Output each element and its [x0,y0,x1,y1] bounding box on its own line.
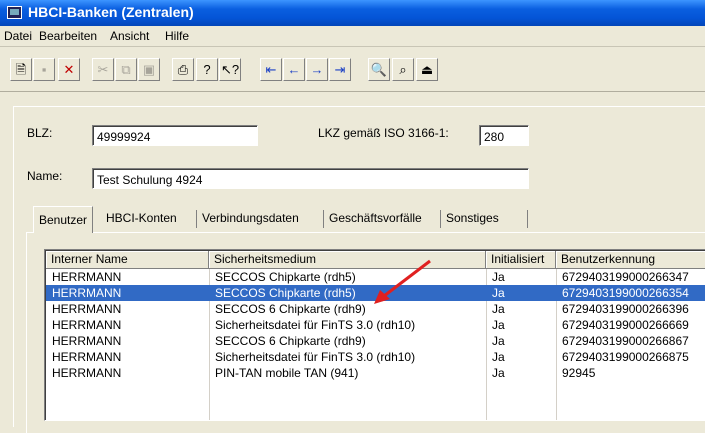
menu-bar: Datei Bearbeiten Ansicht Hilfe [0,26,705,47]
cell-initialisiert: Ja [492,270,505,284]
tab-verbindungsdaten[interactable]: Verbindungsdaten [199,208,302,230]
toolbar: 🗎 ▪ ✕ ✂ ⧉ ▣ ⎙? ↖? ⇤ ← → ⇥ 🔍 ⌕ ⏏ [0,47,705,92]
cell-benutzerkennung: 92945 [562,366,596,380]
cell-sicherheitsmedium: Sicherheitsdatei für FinTS 3.0 (rdh10) [215,350,416,364]
column-header-benutzerkennung[interactable]: Benutzerkennung [556,251,705,269]
paste-icon: ▣ [142,62,156,77]
cell-interner-name: HERRMANN [52,318,122,332]
find-next-button[interactable]: ⌕ [392,58,414,81]
cell-initialisiert: Ja [492,350,505,364]
lkz-field[interactable]: 280 [479,125,529,146]
column-header-sicherheitsmedium[interactable]: Sicherheitsmedium [209,251,486,269]
find-icon: 🔍 [370,62,388,77]
new-document-button[interactable]: 🗎 [10,58,32,81]
context-help-icon: ↖? [220,62,240,77]
cut-button[interactable]: ✂ [92,58,114,81]
cell-interner-name: HERRMANN [52,270,122,284]
last-record-icon: ⇥ [334,62,346,77]
copy-icon: ⧉ [121,62,131,77]
cell-interner-name: HERRMANN [52,366,122,380]
table-row[interactable]: HERRMANN PIN-TAN mobile TAN (941) Ja 92945 [46,365,705,381]
cell-sicherheitsmedium: PIN-TAN mobile TAN (941) [215,366,359,380]
paste-button[interactable]: ▣ [138,58,160,81]
find-next-icon: ⌕ [399,62,407,77]
cell-interner-name: HERRMANN [52,334,122,348]
column-header-interner-name[interactable]: Interner Name [46,251,209,269]
copy-button[interactable]: ⧉ [115,58,137,81]
previous-record-button[interactable]: ← [283,58,305,81]
delete-button[interactable]: ✕ [58,58,80,81]
column-header-initialisiert[interactable]: Initialisiert [486,251,556,269]
cell-initialisiert: Ja [492,302,505,316]
tab-geschaeftsvorfaelle[interactable]: Geschäftsvorfälle [326,208,425,230]
help-button[interactable]: ? [196,58,218,81]
tab-separator [440,210,441,228]
cell-interner-name: HERRMANN [52,302,122,316]
cell-interner-name: HERRMANN [52,350,122,364]
table-row[interactable]: HERRMANN SECCOS Chipkarte (rdh5) Ja 6729403… [46,285,705,301]
cell-sicherheitsmedium: Sicherheitsdatei für FinTS 3.0 (rdh10) [215,318,416,332]
title-bar[interactable]: HBCI-Banken (Zentralen) [0,0,705,26]
cell-initialisiert: Ja [492,334,505,348]
help-icon: ? [203,62,211,77]
tab-benutzer[interactable]: Benutzer [33,206,94,233]
name-field[interactable]: Test Schulung 4924 [92,168,529,189]
cell-benutzerkennung: 6729403199000266669 [562,318,689,332]
cell-sicherheitsmedium: SECCOS 6 Chipkarte (rdh9) [215,302,366,316]
next-record-icon: → [310,62,324,77]
tab-separator [196,210,197,228]
blz-label: BLZ: [27,126,53,140]
menu-bearbeiten[interactable]: Bearbeiten [39,29,97,43]
menu-hilfe[interactable]: Hilfe [165,29,189,43]
cell-benutzerkennung: 6729403199000266875 [562,350,689,364]
table-row[interactable]: HERRMANN SECCOS Chipkarte (rdh5) Ja 6729403… [46,269,705,285]
tab-hbci-konten[interactable]: HBCI-Konten [103,208,180,230]
tab-separator [527,210,528,228]
lkz-label: LKZ gemäß ISO 3166-1: [318,126,449,140]
last-record-button[interactable]: ⇥ [329,58,351,81]
exit-icon: ⏏ [420,62,434,77]
save-icon: ▪ [41,62,47,77]
table-row[interactable]: HERRMANN Sicherheitsdatei für FinTS 3.0 (… [46,349,705,365]
print-icon: ⎙ [177,62,189,77]
cell-benutzerkennung: 6729403199000266354 [562,286,689,300]
save-button[interactable]: ▪ [33,58,55,81]
cell-sicherheitsmedium: SECCOS 6 Chipkarte (rdh9) [215,334,366,348]
delete-icon: ✕ [63,62,75,77]
tab-separator [323,210,324,228]
menu-ansicht[interactable]: Ansicht [110,29,149,43]
cut-icon: ✂ [97,62,109,77]
cell-initialisiert: Ja [492,366,505,380]
new-document-icon: 🗎 [15,62,27,77]
window-title: HBCI-Banken (Zentralen) [28,4,194,20]
table-row[interactable]: HERRMANN Sicherheitsdatei für FinTS 3.0 (… [46,317,705,333]
app-icon[interactable] [7,6,22,19]
tab-sonstiges[interactable]: Sonstiges [443,208,502,230]
cell-initialisiert: Ja [492,286,505,300]
cell-initialisiert: Ja [492,318,505,332]
table-row[interactable]: HERRMANN SECCOS 6 Chipkarte (rdh9) Ja 67294… [46,333,705,349]
print-button[interactable]: ⎙ [172,58,194,81]
exit-button[interactable]: ⏏ [416,58,438,81]
first-record-button[interactable]: ⇤ [260,58,282,81]
cell-benutzerkennung: 6729403199000266396 [562,302,689,316]
blz-field[interactable]: 49999924 [92,125,258,146]
menu-datei[interactable]: Datei [4,29,32,43]
table-row[interactable]: HERRMANN SECCOS 6 Chipkarte (rdh9) Ja 67294… [46,301,705,317]
user-list[interactable]: Interner Name Sicherheitsmedium Initiali… [44,249,705,421]
cell-sicherheitsmedium: SECCOS Chipkarte (rdh5) [215,286,356,300]
cell-benutzerkennung: 6729403199000266867 [562,334,689,348]
find-button[interactable]: 🔍 [368,58,390,81]
first-record-icon: ⇤ [265,62,277,77]
context-help-button[interactable]: ↖? [219,58,241,81]
cell-benutzerkennung: 6729403199000266347 [562,270,689,284]
name-label: Name: [27,169,63,183]
next-record-button[interactable]: → [306,58,328,81]
previous-record-icon: ← [287,62,301,77]
cell-interner-name: HERRMANN [52,286,122,300]
cell-sicherheitsmedium: SECCOS Chipkarte (rdh5) [215,270,356,284]
